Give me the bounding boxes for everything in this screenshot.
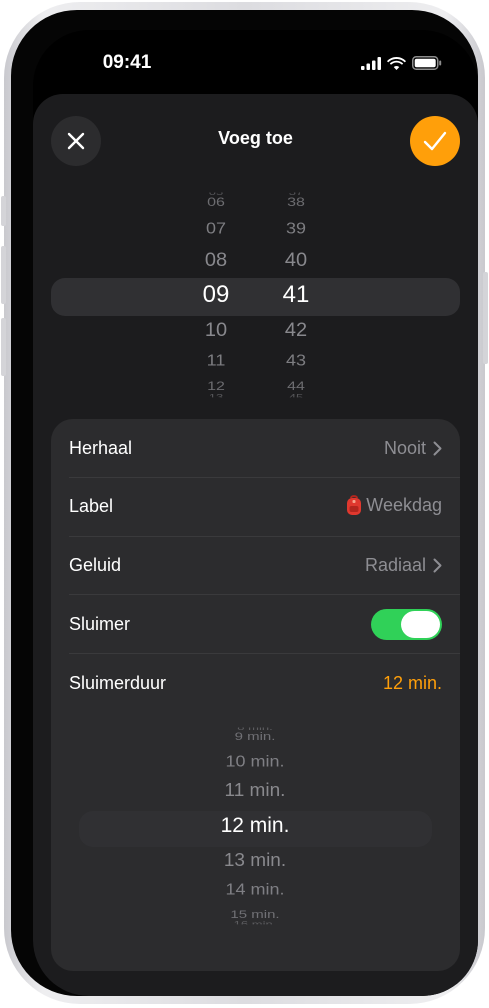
minute-option[interactable]: 40 xyxy=(261,248,331,271)
screen: 09:41 Voeg toe 06 07 08 09 10 11 12 13 3… xyxy=(33,30,478,996)
hour-wheel[interactable]: 050607080910111213 xyxy=(181,190,251,400)
add-alarm-sheet: Voeg toe 050607080910111213 373839404142… xyxy=(33,94,478,996)
minute-selected[interactable]: 41 xyxy=(261,281,331,310)
power-button xyxy=(483,272,488,364)
time-picker-selection xyxy=(51,278,460,316)
snooze-duration-option[interactable]: 16 min. xyxy=(135,920,375,925)
hour-selected[interactable]: 09 xyxy=(181,281,251,310)
hour-option[interactable]: 07 xyxy=(181,219,251,238)
wifi-icon xyxy=(387,57,406,70)
sound-row[interactable]: Geluid Radiaal xyxy=(51,536,460,594)
snooze-duration-option[interactable]: 9 min. xyxy=(135,730,375,744)
repeat-row[interactable]: Herhaal Nooit xyxy=(51,419,460,477)
volume-down-button xyxy=(1,318,6,376)
sound-value: Radiaal xyxy=(364,555,426,575)
minute-wheel[interactable]: 373839404142434445 xyxy=(261,190,331,400)
battery-icon xyxy=(412,56,442,70)
status-icons xyxy=(361,53,442,73)
snooze-duration-row[interactable]: Sluimerduur 12 min. xyxy=(51,654,460,712)
checkmark-icon xyxy=(423,131,447,151)
minute-option[interactable]: 42 xyxy=(261,318,331,341)
snooze-duration-option[interactable]: 11 min. xyxy=(135,780,375,802)
chevron-right-icon xyxy=(433,558,442,573)
hour-option[interactable]: 13 xyxy=(181,393,251,398)
snooze-duration-wheel[interactable]: 8 min.9 min.10 min.11 min.12 min.13 min.… xyxy=(135,723,375,929)
chevron-right-icon xyxy=(433,441,442,456)
sound-label: Geluid xyxy=(69,555,122,575)
save-button[interactable] xyxy=(410,116,460,166)
snooze-toggle[interactable] xyxy=(371,609,442,640)
label-value: Weekdag xyxy=(345,494,442,516)
volume-up-button xyxy=(1,246,6,304)
snooze-duration-option[interactable]: 10 min. xyxy=(135,752,375,771)
hour-option[interactable]: 06 xyxy=(181,196,251,211)
minute-option[interactable]: 45 xyxy=(261,393,331,398)
snooze-label: Sluimer xyxy=(69,614,131,634)
phone-bezel: 09:41 Voeg toe 06 07 08 09 10 11 12 13 3… xyxy=(11,10,478,996)
hour-option[interactable]: 11 xyxy=(181,351,251,370)
settings-card: Herhaal Nooit Label Weekdag Geluid Radia… xyxy=(51,419,460,971)
minute-option[interactable]: 38 xyxy=(261,196,331,211)
snooze-duration-option[interactable]: 13 min. xyxy=(135,850,375,872)
label-text: Weekdag xyxy=(366,494,442,515)
snooze-row: Sluimer xyxy=(51,595,460,653)
backpack-icon xyxy=(347,495,362,515)
label-row[interactable]: Label Weekdag xyxy=(51,477,460,535)
cellular-signal-icon xyxy=(361,56,381,70)
action-button xyxy=(1,196,6,226)
minute-option[interactable]: 39 xyxy=(261,219,331,238)
repeat-value: Nooit xyxy=(383,438,426,458)
snooze-duration-value: 12 min. xyxy=(382,673,442,693)
toggle-knob xyxy=(401,611,440,638)
minute-option[interactable]: 43 xyxy=(261,351,331,370)
snooze-duration-selected[interactable]: 12 min. xyxy=(135,813,375,838)
snooze-duration-option[interactable]: 14 min. xyxy=(135,880,375,899)
status-time: 09:41 xyxy=(102,52,152,73)
snooze-duration-label: Sluimerduur xyxy=(69,673,167,693)
repeat-label: Herhaal xyxy=(69,438,133,458)
label-label: Label xyxy=(69,496,114,516)
hour-option[interactable]: 08 xyxy=(181,248,251,271)
hour-option[interactable]: 10 xyxy=(181,318,251,341)
